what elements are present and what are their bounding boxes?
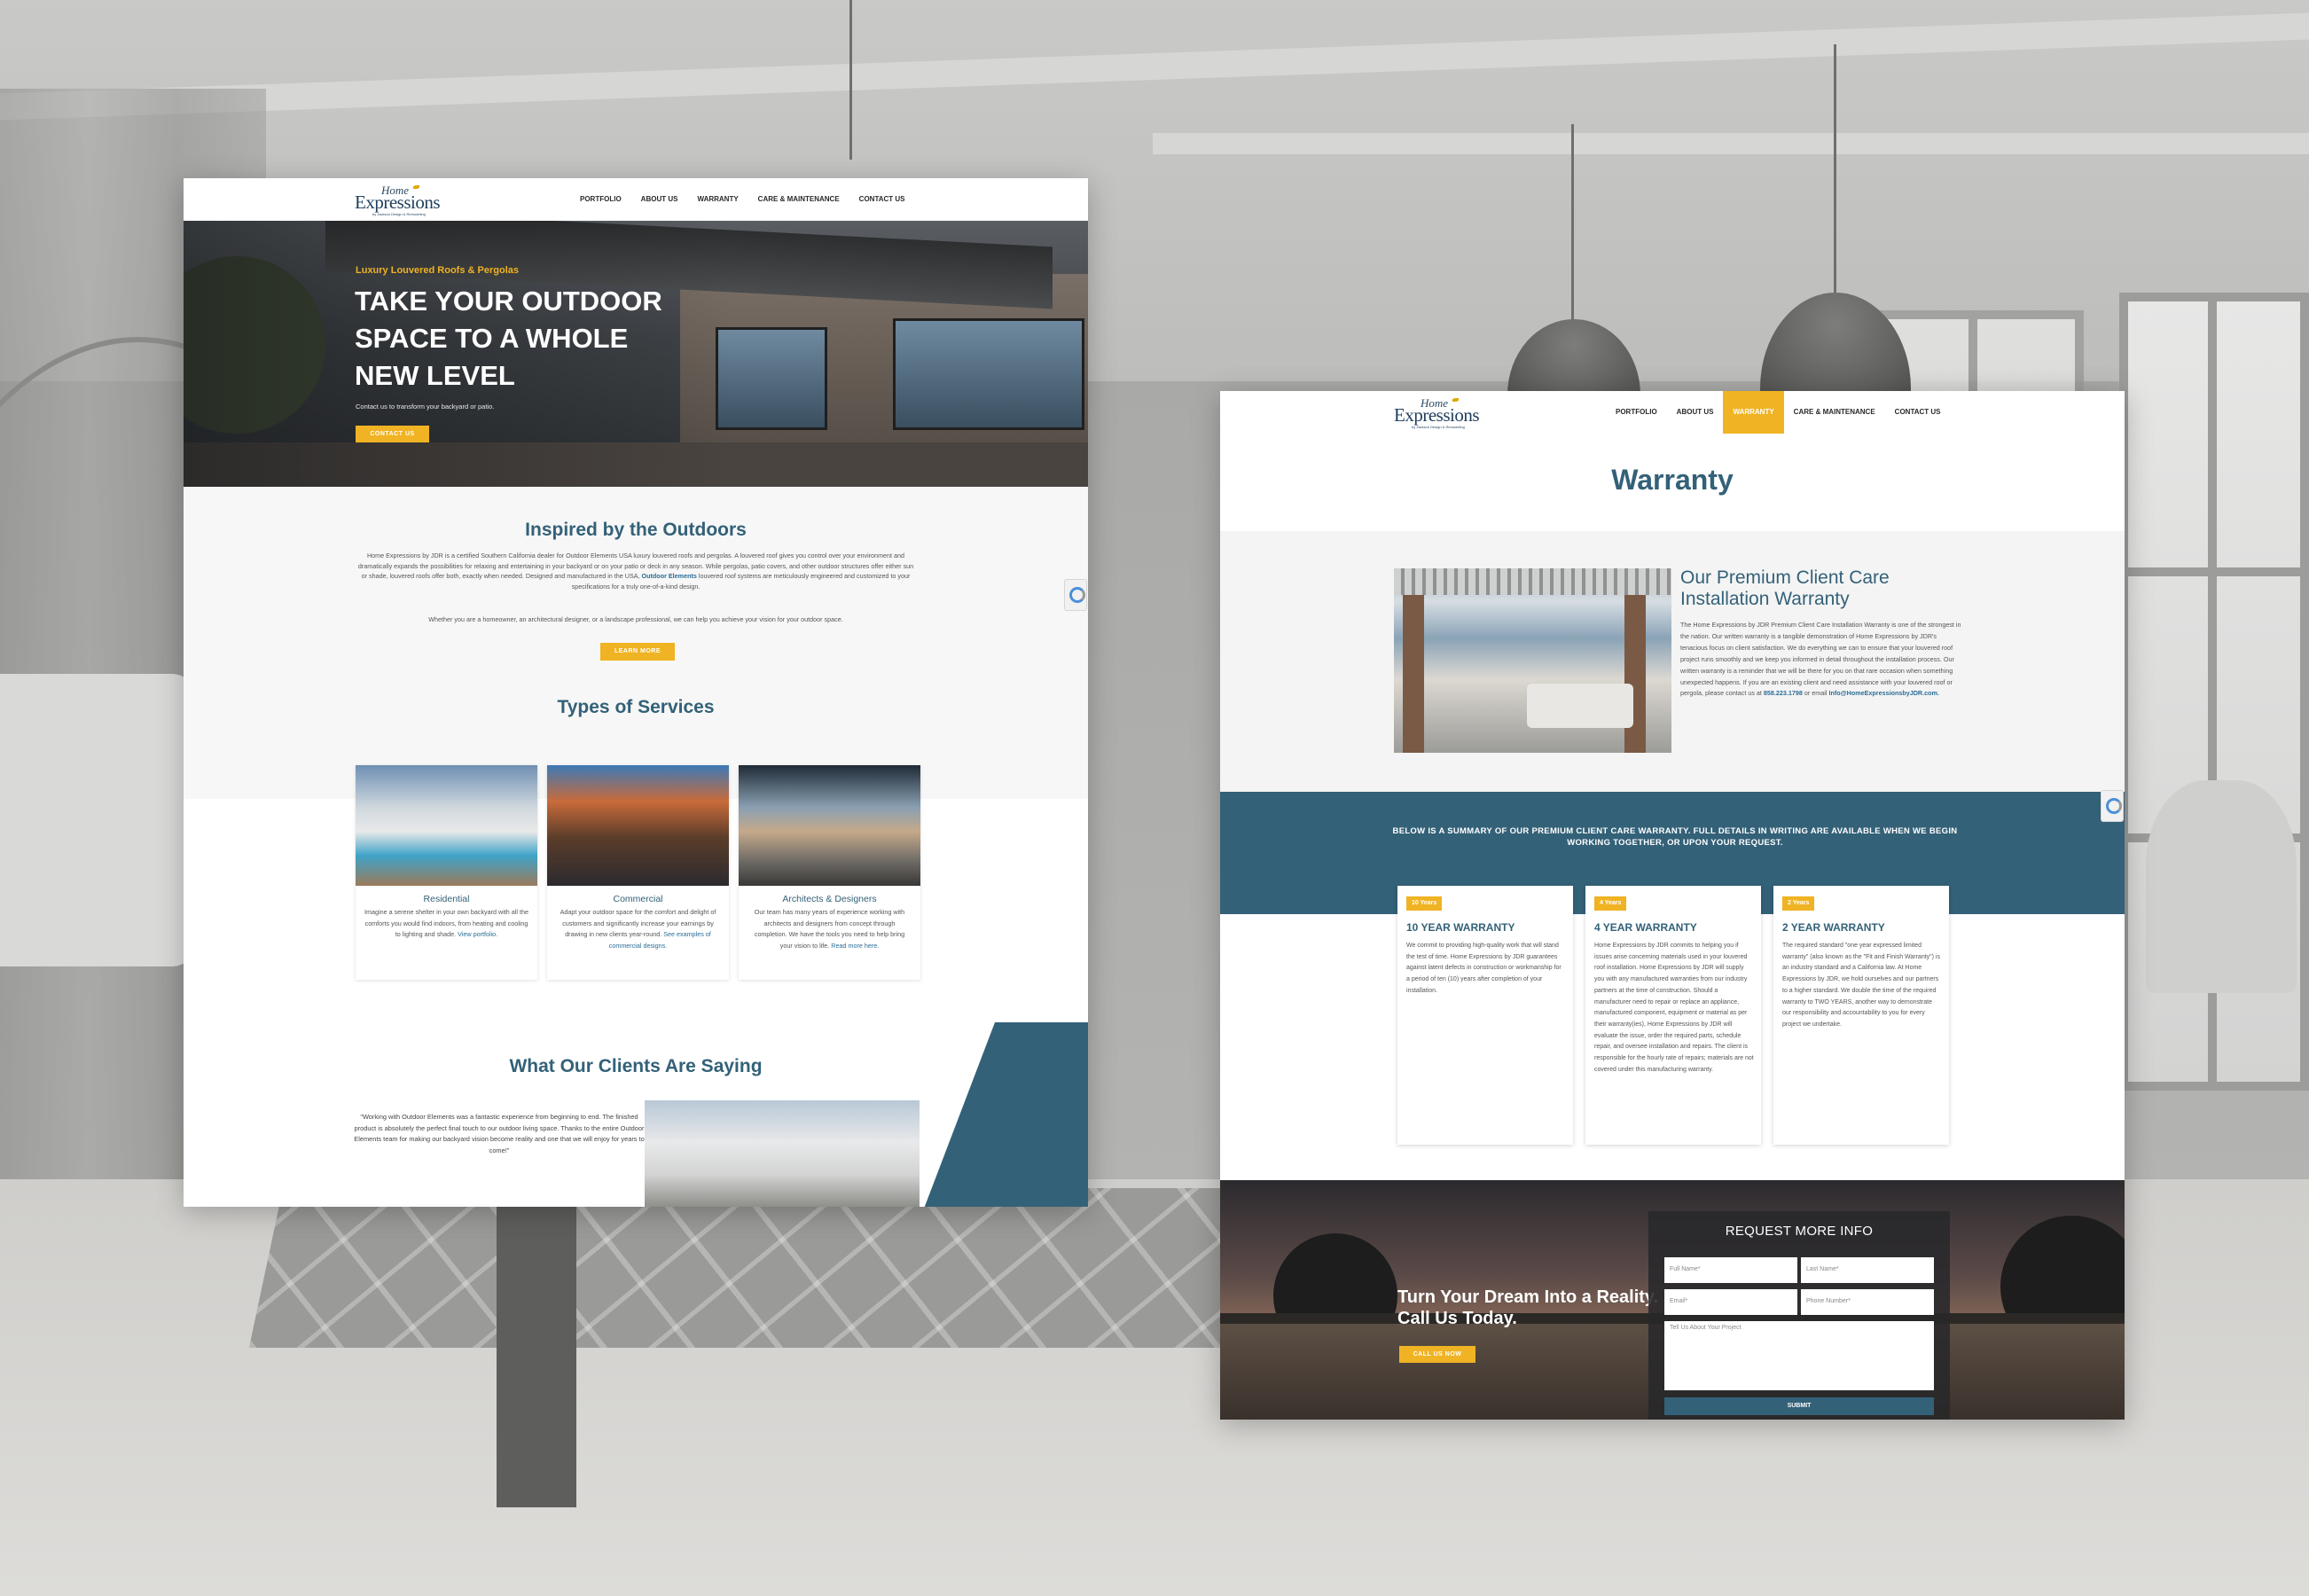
warranty-text: The required standard "one year expresse… xyxy=(1782,943,1940,1028)
main-nav: PORTFOLIO ABOUT US WARRANTY CARE & MAINT… xyxy=(570,178,915,221)
warranty-text: We commit to providing high-quality work… xyxy=(1406,943,1562,994)
warranty-text: Home Expressions by JDR commits to helpi… xyxy=(1594,943,1754,1073)
site-logo[interactable]: Home Expressions by Jackson Design & Rem… xyxy=(355,184,461,216)
commercial-photo xyxy=(547,765,729,886)
photo-sofa xyxy=(1527,684,1633,728)
nav-portfolio[interactable]: PORTFOLIO xyxy=(1606,391,1667,434)
hero-section: Luxury Louvered Roofs & Pergolas TAKE YO… xyxy=(184,221,1088,487)
service-card-residential[interactable]: Residential Imagine a serene shelter in … xyxy=(356,765,537,980)
read-more-link[interactable]: Read more here. xyxy=(831,942,879,950)
logo-main: Expressions xyxy=(355,192,441,213)
nav-care-maintenance[interactable]: CARE & MAINTENANCE xyxy=(1784,391,1885,434)
nav-about-us[interactable]: ABOUT US xyxy=(631,178,688,221)
hero-title: TAKE YOUR OUTDOOR SPACE TO A WHOLE NEW L… xyxy=(355,286,662,391)
leaf-icon xyxy=(1452,398,1459,402)
full-name-field[interactable]: Full Name* xyxy=(1664,1257,1797,1283)
request-info-form: REQUEST MORE INFO Full Name* Last Name* … xyxy=(1648,1211,1950,1420)
logo-tagline: by Jackson Design & Remodeling xyxy=(1412,425,1465,429)
lamp-cord xyxy=(849,0,852,160)
recaptcha-badge[interactable] xyxy=(2101,790,2124,822)
testimonial-photo xyxy=(645,1100,920,1207)
cta-section: Turn Your Dream Into a Reality. Call Us … xyxy=(1220,1180,2125,1420)
hero-window xyxy=(893,318,1084,430)
photo-pillar xyxy=(1624,595,1646,753)
warranty-summary-banner: BELOW IS A SUMMARY OF OUR PREMIUM CLIENT… xyxy=(1392,826,1958,848)
project-textarea[interactable]: Tell Us About Your Project xyxy=(1664,1321,1934,1390)
warranty-card-4-year: 4 Years 4 YEAR WARRANTY Home Expressions… xyxy=(1585,886,1761,1145)
warranty-title: 2 YEAR WARRANTY xyxy=(1782,921,1885,934)
nav-about-us[interactable]: ABOUT US xyxy=(1667,391,1724,434)
email-link[interactable]: Info@HomeExpressionsbyJDR.com. xyxy=(1828,689,1938,697)
site-header: Home Expressions by Jackson Design & Rem… xyxy=(1220,391,2125,434)
lamp-cord xyxy=(1571,124,1574,328)
photo-pillar xyxy=(1403,595,1424,753)
architects-photo xyxy=(739,765,920,886)
nav-portfolio[interactable]: PORTFOLIO xyxy=(570,178,631,221)
intro-paragraph: Home Expressions by JDR is a certified S… xyxy=(357,552,914,591)
warranty-title: 4 YEAR WARRANTY xyxy=(1594,921,1697,934)
site-logo[interactable]: Home Expressions by Jackson Design & Rem… xyxy=(1394,396,1500,429)
phone-field[interactable]: Phone Number* xyxy=(1801,1289,1934,1315)
premium-warranty-photo xyxy=(1394,568,1671,753)
warranty-card-2-year: 2 Years 2 YEAR WARRANTY The required sta… xyxy=(1773,886,1949,1145)
service-text: Our team has many years of experience wo… xyxy=(754,908,905,950)
sofa xyxy=(0,674,195,966)
warranty-badge: 4 Years xyxy=(1594,896,1627,911)
service-card-architects[interactable]: Architects & Designers Our team has many… xyxy=(739,765,920,980)
page-title: Warranty xyxy=(1611,464,1734,496)
intro-title: Inspired by the Outdoors xyxy=(525,520,747,540)
chair xyxy=(2146,780,2297,993)
cta-title: Turn Your Dream Into a Reality. Call Us … xyxy=(1397,1287,1659,1328)
warranty-page-screenshot: Home Expressions by Jackson Design & Rem… xyxy=(1220,391,2125,1420)
warranty-badge: 10 Years xyxy=(1406,896,1443,911)
hero-subtitle: Contact us to transform your backyard or… xyxy=(356,403,495,411)
table-leg xyxy=(497,1179,576,1507)
last-name-field[interactable]: Last Name* xyxy=(1801,1257,1934,1283)
service-text: Imagine a serene shelter in your own bac… xyxy=(364,908,528,938)
premium-warranty-text: The Home Expressions by JDR Premium Clie… xyxy=(1680,621,1961,698)
recaptcha-badge[interactable] xyxy=(1064,579,1087,611)
testimonial-quote: "Working with Outdoor Elements was a fan… xyxy=(354,1113,645,1154)
home-page-screenshot: Home Expressions by Jackson Design & Rem… xyxy=(184,178,1088,1207)
nav-care-maintenance[interactable]: CARE & MAINTENANCE xyxy=(748,178,849,221)
call-us-now-button[interactable]: CALL US NOW xyxy=(1399,1346,1475,1363)
residential-photo xyxy=(356,765,537,886)
lamp-cord xyxy=(1834,44,1836,301)
nav-warranty[interactable]: WARRANTY xyxy=(1723,391,1784,434)
service-title: Commercial xyxy=(613,894,663,904)
premium-warranty-title: Our Premium Client Care Installation War… xyxy=(1680,567,1890,609)
warranty-card-10-year: 10 Years 10 YEAR WARRANTY We commit to p… xyxy=(1397,886,1573,1145)
service-card-commercial[interactable]: Commercial Adapt your outdoor space for … xyxy=(547,765,729,980)
main-nav: PORTFOLIO ABOUT US WARRANTY CARE & MAINT… xyxy=(1606,391,1951,434)
logo-tagline: by Jackson Design & Remodeling xyxy=(372,212,426,216)
hero-kicker: Luxury Louvered Roofs & Pergolas xyxy=(356,265,519,276)
service-title: Residential xyxy=(423,894,470,904)
nav-warranty[interactable]: WARRANTY xyxy=(687,178,747,221)
warranty-title: 10 YEAR WARRANTY xyxy=(1406,921,1515,934)
service-title: Architects & Designers xyxy=(782,894,877,904)
testimonial-card: "Working with Outdoor Elements was a fan… xyxy=(352,1105,646,1207)
nav-contact-us[interactable]: CONTACT US xyxy=(1885,391,1951,434)
warranty-badge: 2 Years xyxy=(1782,896,1815,911)
intro-paragraph-2: Whether you are a homeowner, an architec… xyxy=(428,615,843,623)
testimonials-title: What Our Clients Are Saying xyxy=(509,1056,763,1076)
ceiling-beam xyxy=(1153,133,2309,154)
contact-us-button[interactable]: CONTACT US xyxy=(356,426,429,442)
leaf-icon xyxy=(413,185,419,189)
outdoor-elements-link[interactable]: Outdoor Elements xyxy=(642,572,697,580)
logo-main: Expressions xyxy=(1394,404,1480,426)
view-portfolio-link[interactable]: View portfolio. xyxy=(458,930,497,938)
premium-warranty-section xyxy=(1220,531,2125,797)
form-heading: REQUEST MORE INFO xyxy=(1725,1224,1874,1239)
services-title: Types of Services xyxy=(557,697,715,717)
learn-more-button[interactable]: LEARN MORE xyxy=(600,643,675,661)
nav-contact-us[interactable]: CONTACT US xyxy=(849,178,915,221)
louvered-roof-slats xyxy=(1394,568,1671,595)
phone-link[interactable]: 858.223.1798 xyxy=(1764,689,1803,697)
service-text: Adapt your outdoor space for the comfort… xyxy=(560,908,716,950)
submit-button[interactable]: SUBMIT xyxy=(1664,1397,1934,1415)
site-header: Home Expressions by Jackson Design & Rem… xyxy=(184,178,1088,221)
email-field[interactable]: Email* xyxy=(1664,1289,1797,1315)
